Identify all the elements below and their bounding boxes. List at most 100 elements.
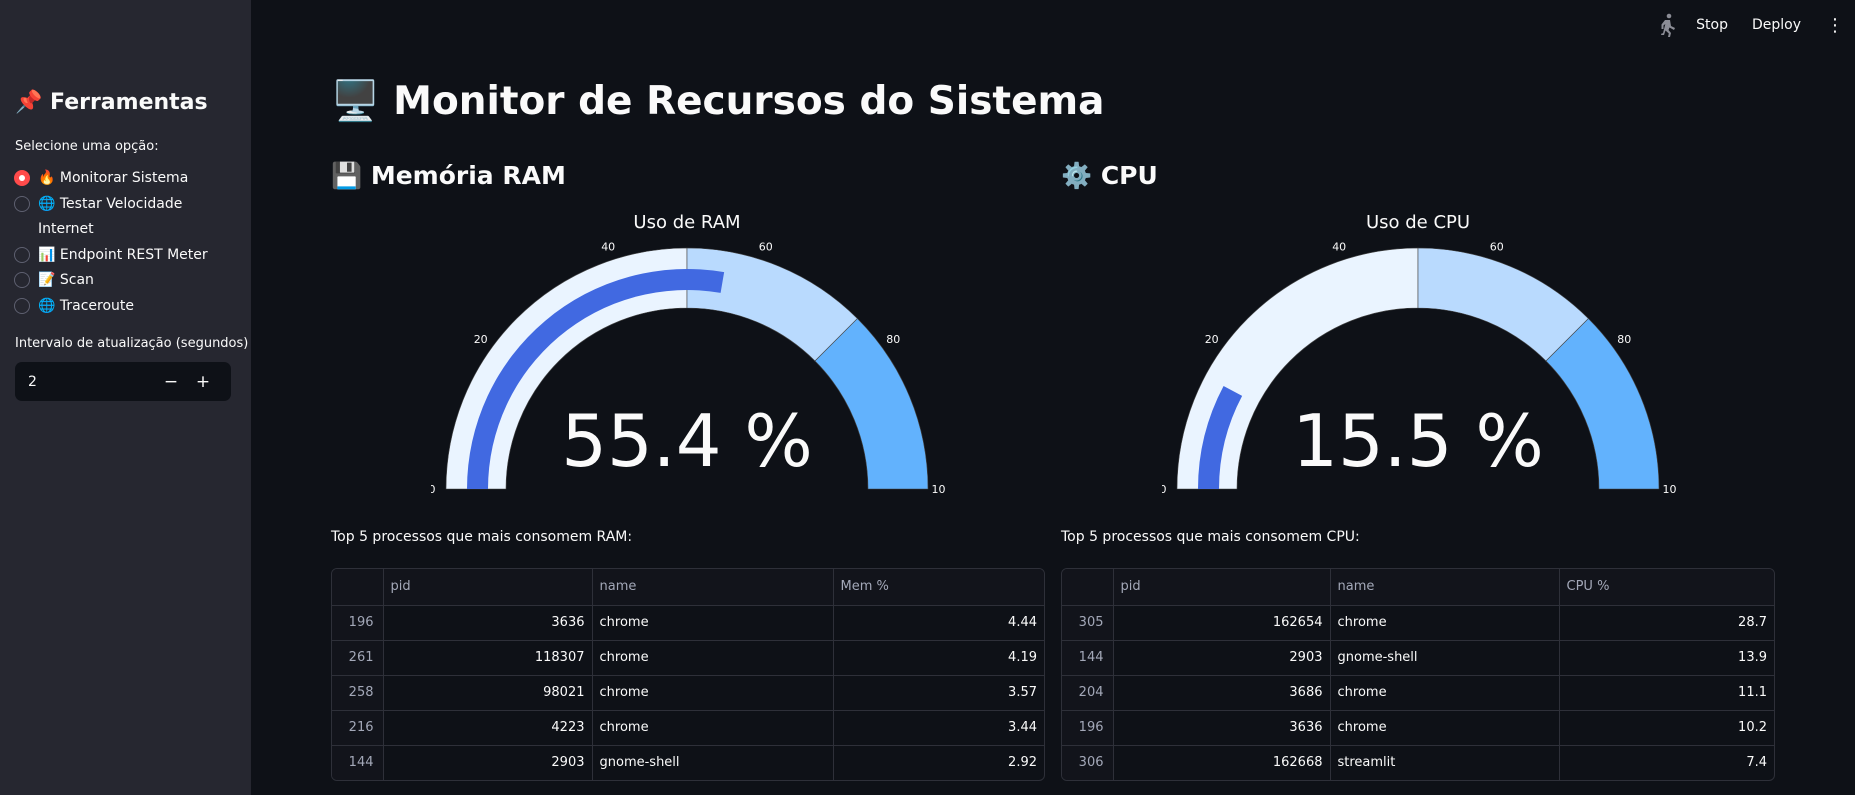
running-man-icon <box>1661 13 1676 37</box>
pid-cell[interactable]: 3636 <box>383 605 593 641</box>
interval-label: Intervalo de atualização (segundos) <box>15 336 249 351</box>
row-index: 196 <box>1062 710 1114 746</box>
pid-cell[interactable]: 3636 <box>1113 710 1331 746</box>
cpu-process-table[interactable]: pid name CPU % 305 162654 chrome 28.7 14… <box>1061 568 1775 781</box>
pid-header[interactable]: pid <box>1113 569 1331 606</box>
pid-cell[interactable]: 118307 <box>383 640 593 676</box>
row-index: 258 <box>332 675 384 711</box>
radio-testar-velocidade[interactable]: 🌐 Testar Velocidade Internet <box>14 192 239 243</box>
cpu-percent-cell[interactable]: 28.7 <box>1559 605 1774 641</box>
table-row: 144 2903 gnome-shell 13.9 <box>1062 640 1774 676</box>
name-header[interactable]: name <box>592 569 834 606</box>
row-index: 144 <box>332 745 384 780</box>
ram-gauge-title: Uso de RAM <box>633 212 740 233</box>
ram-gauge-value-text: 55.4 % <box>561 399 813 483</box>
radio-endpoint-rest-meter[interactable]: 📊 Endpoint REST Meter <box>14 243 239 269</box>
name-cell[interactable]: chrome <box>592 605 834 641</box>
ram-gauge-step-2 <box>814 318 929 490</box>
name-cell[interactable]: chrome <box>1330 675 1560 711</box>
radio-button[interactable] <box>14 272 30 288</box>
ram-process-table[interactable]: pid name Mem % 196 3636 chrome 4.44 261 … <box>331 568 1045 781</box>
pid-cell[interactable]: 4223 <box>383 710 593 746</box>
cpu-gauge-tick-label: 60 <box>1490 240 1504 253</box>
ram-gauge-tick-label: 20 <box>474 333 488 346</box>
sidebar: 📌 Ferramentas Selecione uma opção: 🔥 Mon… <box>0 0 251 795</box>
mem-percent-header[interactable]: Mem % <box>833 569 1044 606</box>
ram-gauge-tick-label: 60 <box>759 240 773 253</box>
pid-header[interactable]: pid <box>383 569 593 606</box>
cpu-gauge-tick-label: 0 <box>1162 483 1167 496</box>
ram-table-caption: Top 5 processos que mais consomem RAM: <box>331 529 633 545</box>
sidebar-title: 📌 Ferramentas <box>15 90 208 115</box>
interval-input[interactable] <box>15 373 155 390</box>
radio-button[interactable] <box>14 297 30 314</box>
row-index: 306 <box>1062 745 1114 780</box>
radio-label: 🔥 Monitorar Sistema <box>38 170 189 186</box>
table-row: 306 162668 streamlit 7.4 <box>1062 745 1774 780</box>
name-cell[interactable]: chrome <box>1330 710 1560 746</box>
table-row: 196 3636 chrome 4.44 <box>332 605 1044 641</box>
cpu-gauge-step-2 <box>1545 318 1660 490</box>
cpu-section-title: ⚙️ CPU <box>1061 161 1158 190</box>
increment-button[interactable]: + <box>187 362 219 401</box>
ram-gauge-tick-label: 100 <box>932 483 946 496</box>
ram-gauge-tick-label: 0 <box>431 483 436 496</box>
cpu-percent-cell[interactable]: 7.4 <box>1559 745 1774 780</box>
pid-cell[interactable]: 98021 <box>383 675 593 711</box>
ram-gauge-tick-label: 80 <box>886 333 900 346</box>
ram-gauge-tick-label: 40 <box>601 240 615 253</box>
cpu-gauge-tick-label: 100 <box>1663 483 1677 496</box>
pid-cell[interactable]: 162668 <box>1113 745 1331 780</box>
mem-percent-cell[interactable]: 4.19 <box>833 640 1044 676</box>
cpu-gauge-chart: Uso de CPU 0 20 40 60 80 100 15.5 % <box>1162 212 1677 496</box>
name-cell[interactable]: streamlit <box>1330 745 1560 780</box>
top-toolbar: Stop Deploy ⋮ <box>1656 12 1855 38</box>
kebab-menu-icon[interactable]: ⋮ <box>1825 15 1845 36</box>
decrement-button[interactable]: − <box>155 362 187 401</box>
mem-percent-cell[interactable]: 3.57 <box>833 675 1044 711</box>
pid-cell[interactable]: 2903 <box>1113 640 1331 676</box>
table-row: 261 118307 chrome 4.19 <box>332 640 1044 676</box>
row-index: 305 <box>1062 605 1114 641</box>
name-cell[interactable]: gnome-shell <box>592 745 834 780</box>
cpu-percent-cell[interactable]: 10.2 <box>1559 710 1774 746</box>
row-index: 204 <box>1062 675 1114 711</box>
mem-percent-cell[interactable]: 4.44 <box>833 605 1044 641</box>
ram-section-title: 💾 Memória RAM <box>331 161 566 190</box>
name-cell[interactable]: chrome <box>592 710 834 746</box>
cpu-gauge-tick-label: 40 <box>1332 240 1346 253</box>
radio-monitorar-sistema[interactable]: 🔥 Monitorar Sistema <box>14 166 239 192</box>
cpu-percent-cell[interactable]: 13.9 <box>1559 640 1774 676</box>
page-title: 🖥️ Monitor de Recursos do Sistema <box>331 79 1105 124</box>
row-index: 261 <box>332 640 384 676</box>
name-header[interactable]: name <box>1330 569 1560 606</box>
row-index: 216 <box>332 710 384 746</box>
name-cell[interactable]: chrome <box>592 640 834 676</box>
pid-cell[interactable]: 162654 <box>1113 605 1331 641</box>
radio-label: 🌐 Testar Velocidade Internet <box>38 195 183 238</box>
radio-scan[interactable]: 📝 Scan <box>14 268 239 294</box>
radio-button[interactable] <box>14 195 30 212</box>
table-header-row: pid name CPU % <box>1062 569 1774 606</box>
deploy-button[interactable]: Deploy <box>1752 17 1801 33</box>
name-cell[interactable]: chrome <box>1330 605 1560 641</box>
radio-button-selected[interactable] <box>14 170 30 186</box>
cpu-table-caption: Top 5 processos que mais consomem CPU: <box>1061 529 1360 545</box>
option-radio-group: 🔥 Monitorar Sistema 🌐 Testar Velocidade … <box>14 166 239 319</box>
radio-label: 📝 Scan <box>38 272 94 288</box>
radio-label: 🌐 Traceroute <box>38 297 135 314</box>
name-cell[interactable]: gnome-shell <box>1330 640 1560 676</box>
cpu-percent-cell[interactable]: 11.1 <box>1559 675 1774 711</box>
pid-cell[interactable]: 2903 <box>383 745 593 780</box>
pid-cell[interactable]: 3686 <box>1113 675 1331 711</box>
mem-percent-cell[interactable]: 3.44 <box>833 710 1044 746</box>
mem-percent-cell[interactable]: 2.92 <box>833 745 1044 780</box>
cpu-percent-header[interactable]: CPU % <box>1559 569 1774 606</box>
name-cell[interactable]: chrome <box>592 675 834 711</box>
table-row: 144 2903 gnome-shell 2.92 <box>332 745 1044 780</box>
stop-button[interactable]: Stop <box>1696 17 1728 33</box>
radio-button[interactable] <box>14 246 30 263</box>
table-row: 204 3686 chrome 11.1 <box>1062 675 1774 711</box>
option-select-label: Selecione uma opção: <box>15 139 159 154</box>
radio-traceroute[interactable]: 🌐 Traceroute <box>14 294 239 320</box>
